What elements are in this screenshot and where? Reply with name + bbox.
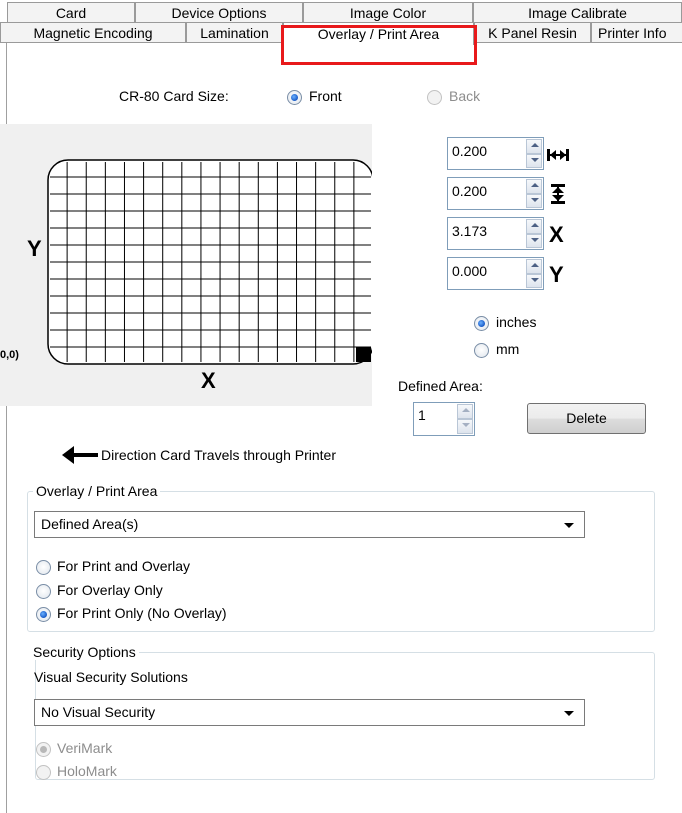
tab-device-options[interactable]: Device Options bbox=[135, 2, 303, 23]
highlight-box bbox=[281, 25, 477, 65]
verimark-radio[interactable] bbox=[36, 742, 51, 757]
mm-label[interactable]: mm bbox=[496, 341, 519, 357]
y-axis-label: Y bbox=[27, 236, 42, 261]
overlay-group-title: Overlay / Print Area bbox=[33, 483, 161, 499]
defined-area-label: Defined Area: bbox=[398, 378, 483, 394]
chevron-down-icon bbox=[564, 711, 574, 716]
verimark-label[interactable]: VeriMark bbox=[57, 740, 112, 756]
x-spin-up[interactable] bbox=[526, 219, 542, 234]
y-spinner[interactable]: 0.000 bbox=[447, 257, 544, 290]
overlay-combo-value: Defined Area(s) bbox=[41, 516, 139, 532]
overlay-combo[interactable]: Defined Area(s) bbox=[34, 511, 585, 538]
visual-security-label: Visual Security Solutions bbox=[34, 669, 188, 685]
back-radio[interactable] bbox=[427, 90, 442, 105]
height-spin-up[interactable] bbox=[526, 179, 542, 194]
defined-area-spin-down[interactable] bbox=[457, 419, 473, 434]
width-spin-down[interactable] bbox=[526, 153, 542, 168]
defined-area-spinner[interactable]: 1 bbox=[413, 402, 475, 436]
defined-area-spin-up[interactable] bbox=[457, 404, 473, 419]
height-arrows-icon bbox=[551, 184, 565, 204]
security-combo-value: No Visual Security bbox=[41, 704, 156, 720]
tab-card[interactable]: Card bbox=[7, 2, 135, 23]
width-arrows-icon bbox=[547, 149, 569, 161]
width-value[interactable]: 0.200 bbox=[452, 143, 487, 159]
width-spin-up[interactable] bbox=[526, 139, 542, 154]
security-combo[interactable]: No Visual Security bbox=[34, 699, 585, 726]
mm-radio[interactable] bbox=[474, 343, 489, 358]
x-value[interactable]: 3.173 bbox=[452, 223, 487, 239]
card-grid-svg bbox=[47, 159, 372, 365]
print-and-overlay-label[interactable]: For Print and Overlay bbox=[57, 558, 190, 574]
tab-lamination[interactable]: Lamination bbox=[186, 22, 283, 43]
overlay-only-label[interactable]: For Overlay Only bbox=[57, 582, 163, 598]
tab-magnetic-encoding[interactable]: Magnetic Encoding bbox=[0, 22, 186, 43]
print-and-overlay-radio[interactable] bbox=[36, 560, 51, 575]
overlay-only-radio[interactable] bbox=[36, 584, 51, 599]
tab-image-color[interactable]: Image Color bbox=[303, 2, 473, 23]
delete-button[interactable]: Delete bbox=[527, 403, 646, 434]
width-spinner[interactable]: 0.200 bbox=[447, 137, 544, 170]
inches-radio[interactable] bbox=[474, 316, 489, 331]
card-size-label: CR-80 Card Size: bbox=[119, 88, 229, 104]
x-axis-label: X bbox=[201, 368, 216, 393]
tab-k-panel-resin[interactable]: K Panel Resin bbox=[474, 22, 591, 43]
corner-print-area bbox=[356, 347, 371, 362]
y-letter-icon: Y bbox=[549, 262, 564, 287]
print-only-label[interactable]: For Print Only (No Overlay) bbox=[57, 605, 227, 621]
holomark-label[interactable]: HoloMark bbox=[57, 763, 117, 779]
x-spinner[interactable]: 3.173 bbox=[447, 217, 544, 250]
direction-text: Direction Card Travels through Printer bbox=[101, 447, 336, 463]
card-preview bbox=[0, 124, 372, 406]
x-letter-icon: X bbox=[549, 222, 564, 247]
tab-printer-info[interactable]: Printer Info bbox=[591, 22, 682, 43]
holomark-radio[interactable] bbox=[36, 765, 51, 780]
y-value[interactable]: 0.000 bbox=[452, 263, 487, 279]
print-only-radio[interactable] bbox=[36, 607, 51, 622]
height-value[interactable]: 0.200 bbox=[452, 183, 487, 199]
inches-label[interactable]: inches bbox=[496, 314, 536, 330]
origin-label: 0,0) bbox=[0, 349, 19, 361]
tab-image-calibrate[interactable]: Image Calibrate bbox=[473, 2, 682, 23]
defined-area-value[interactable]: 1 bbox=[418, 407, 426, 423]
y-spin-up[interactable] bbox=[526, 259, 542, 274]
y-spin-down[interactable] bbox=[526, 273, 542, 288]
front-label[interactable]: Front bbox=[309, 88, 342, 104]
height-spin-down[interactable] bbox=[526, 193, 542, 208]
back-label[interactable]: Back bbox=[449, 88, 480, 104]
security-group-title: Security Options bbox=[30, 644, 139, 660]
chevron-down-icon bbox=[564, 523, 574, 528]
front-radio[interactable] bbox=[287, 90, 302, 105]
left-arrow-icon bbox=[62, 446, 98, 464]
x-spin-down[interactable] bbox=[526, 233, 542, 248]
height-spinner[interactable]: 0.200 bbox=[447, 177, 544, 210]
